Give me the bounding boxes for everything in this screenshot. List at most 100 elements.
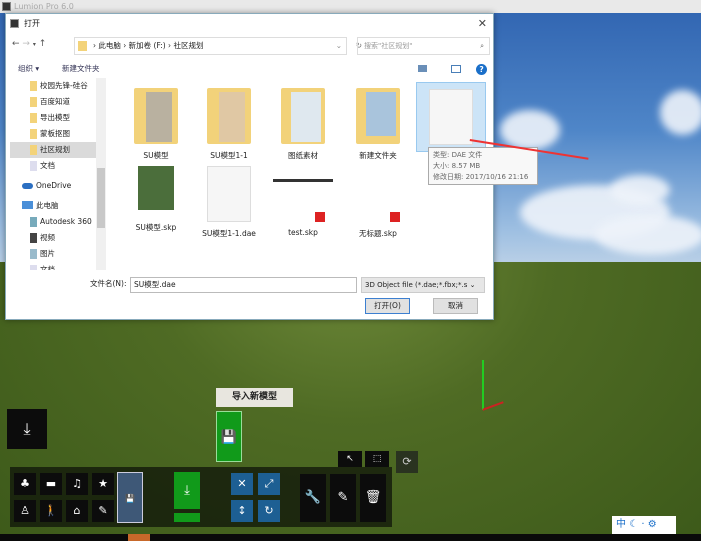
dialog-icon	[10, 19, 19, 28]
app-titlebar: Lumion Pro 6.0	[0, 0, 701, 13]
filetype-select[interactable]: 3D Object file (*.dae;*.fbx;*.s ⌄	[361, 277, 485, 293]
sidebar-item[interactable]: 蒙板抠图	[10, 126, 106, 142]
import-mode-button[interactable]: ⤓	[7, 409, 47, 449]
pencil-icon[interactable]: ✎	[330, 474, 356, 522]
sidebar-item[interactable]: 图片	[10, 246, 106, 262]
sidebar-item[interactable]: 视频	[10, 230, 106, 246]
help-icon[interactable]: ?	[476, 64, 487, 75]
view-icon[interactable]	[418, 65, 427, 72]
folder-icon	[30, 113, 37, 123]
autodesk-icon	[30, 217, 37, 227]
skp-thumbnail	[138, 166, 174, 210]
sidebar-item[interactable]: 百度知道	[10, 94, 106, 110]
close-button[interactable]: ✕	[478, 14, 487, 34]
music-icon[interactable]: ♫	[66, 473, 88, 495]
import-new-model-button[interactable]: 💾	[216, 411, 242, 462]
folder-icon	[356, 88, 400, 144]
search-input[interactable]: 搜索"社区规划" ⌕	[357, 37, 490, 55]
computer-icon	[22, 201, 33, 209]
effects-icon[interactable]: ★	[92, 473, 114, 495]
moon-icon[interactable]: ☾	[629, 519, 638, 530]
person-icon[interactable]: 🚶	[40, 500, 62, 522]
car-icon[interactable]: ▬	[40, 473, 62, 495]
file-item[interactable]: 图纸素材	[268, 88, 338, 161]
wrench-icon[interactable]: 🔧	[300, 474, 326, 522]
trash-icon[interactable]: 🗑	[360, 474, 386, 522]
move-icon[interactable]: ✕	[231, 473, 253, 495]
document-icon	[30, 265, 37, 270]
document-icon	[429, 89, 473, 145]
back-icon[interactable]: ←	[12, 39, 20, 49]
up-icon[interactable]: ↑	[39, 39, 47, 49]
file-item[interactable]: 新建文件夹	[343, 88, 413, 161]
import-sub-button[interactable]	[174, 513, 200, 522]
import-tooltip: 导入新模型	[216, 388, 293, 407]
sidebar-item[interactable]: Autodesk 360	[10, 214, 106, 230]
folder-icon	[134, 88, 178, 144]
house-icon[interactable]: ⌂	[66, 500, 88, 522]
dialog-titlebar: 打开 ✕	[6, 14, 493, 34]
document-icon	[207, 166, 251, 222]
file-item[interactable]: SU模型	[121, 88, 191, 161]
file-item[interactable]: 无标题.skp	[343, 166, 413, 239]
document-icon	[30, 161, 37, 171]
sidebar-scrollbar[interactable]	[96, 78, 106, 270]
preview-pane-icon[interactable]	[451, 65, 461, 73]
folder-icon	[30, 81, 37, 91]
tree-icon[interactable]: ♣	[14, 473, 36, 495]
new-folder-button[interactable]: 新建文件夹	[62, 60, 100, 78]
chair-icon[interactable]: ♙	[14, 500, 36, 522]
select-tab-icon[interactable]: ↖	[338, 451, 362, 467]
sidebar-item[interactable]: 文档	[10, 158, 106, 174]
gear-icon[interactable]: ⚙	[648, 519, 657, 530]
folder-icon	[281, 88, 325, 144]
import-button[interactable]: ⤓	[174, 472, 200, 509]
folder-icon	[207, 88, 251, 144]
input-method-label[interactable]: 中	[616, 519, 626, 530]
chevron-down-icon[interactable]: ⌄	[336, 38, 342, 54]
box-select-tab-icon[interactable]: ⬚	[365, 451, 389, 467]
folder-icon	[30, 97, 37, 107]
cancel-button[interactable]: 取消	[433, 298, 478, 314]
filename-input[interactable]: SU模型.dae	[130, 277, 357, 293]
nav-pane: 校园先锋-硅谷 百度知道 导出模型 蒙板抠图 社区规划 文档 OneDrive …	[10, 78, 106, 270]
filename-label: 文件名(N):	[90, 279, 127, 288]
imported-models-button[interactable]: 💾	[117, 472, 143, 523]
breadcrumb-item[interactable]: 此电脑	[98, 41, 121, 50]
sketchup-icon	[356, 166, 400, 222]
dot-icon: ·	[641, 519, 645, 530]
sidebar-item[interactable]: 校园先锋-硅谷	[10, 78, 106, 94]
organize-button[interactable]: 组织 ▾	[18, 60, 39, 78]
file-item[interactable]: test.skp	[268, 166, 338, 237]
rotate-icon[interactable]: ↻	[258, 500, 280, 522]
picture-icon	[30, 249, 37, 259]
file-item[interactable]: SU模型1-1	[194, 88, 264, 161]
video-icon	[30, 233, 37, 243]
scale-icon[interactable]: ⤢	[258, 473, 280, 495]
open-button[interactable]: 打开(O)	[365, 298, 410, 314]
file-item[interactable]: SU模型1-1.dae	[194, 166, 264, 239]
search-placeholder: 搜索"社区规划"	[364, 42, 413, 50]
search-icon: ⌕	[480, 42, 484, 50]
height-icon[interactable]: ↕	[231, 500, 253, 522]
sidebar-item-this-pc[interactable]: 此电脑	[10, 198, 106, 214]
forward-icon[interactable]: →	[22, 39, 30, 49]
sidebar-item[interactable]: 文档	[10, 262, 106, 270]
sidebar-item-onedrive[interactable]: OneDrive	[10, 178, 106, 194]
breadcrumb-item[interactable]: 新加卷 (F:)	[129, 41, 166, 50]
refresh-icon[interactable]: ⟳	[396, 451, 418, 473]
dialog-title: 打开	[24, 19, 40, 28]
utilities-icon[interactable]: ✎	[92, 500, 114, 522]
folder-icon	[78, 41, 87, 51]
breadcrumb-item[interactable]: 社区规划	[173, 41, 203, 50]
app-title: Lumion Pro 6.0	[14, 2, 74, 11]
lumion-icon	[2, 2, 11, 11]
address-bar[interactable]: › 此电脑 › 新加卷 (F:) › 社区规划 ↻ ⌄	[74, 37, 362, 55]
bottom-bar	[0, 534, 701, 541]
sidebar-item-selected[interactable]: 社区规划	[10, 142, 106, 158]
status-widget: 中 ☾ · ⚙	[612, 516, 676, 534]
sidebar-item[interactable]: 导出模型	[10, 110, 106, 126]
skp-thumbnail	[273, 166, 333, 222]
file-item[interactable]: SU模型.skp	[121, 166, 191, 233]
recent-dropdown-icon[interactable]: ▾	[33, 41, 36, 48]
